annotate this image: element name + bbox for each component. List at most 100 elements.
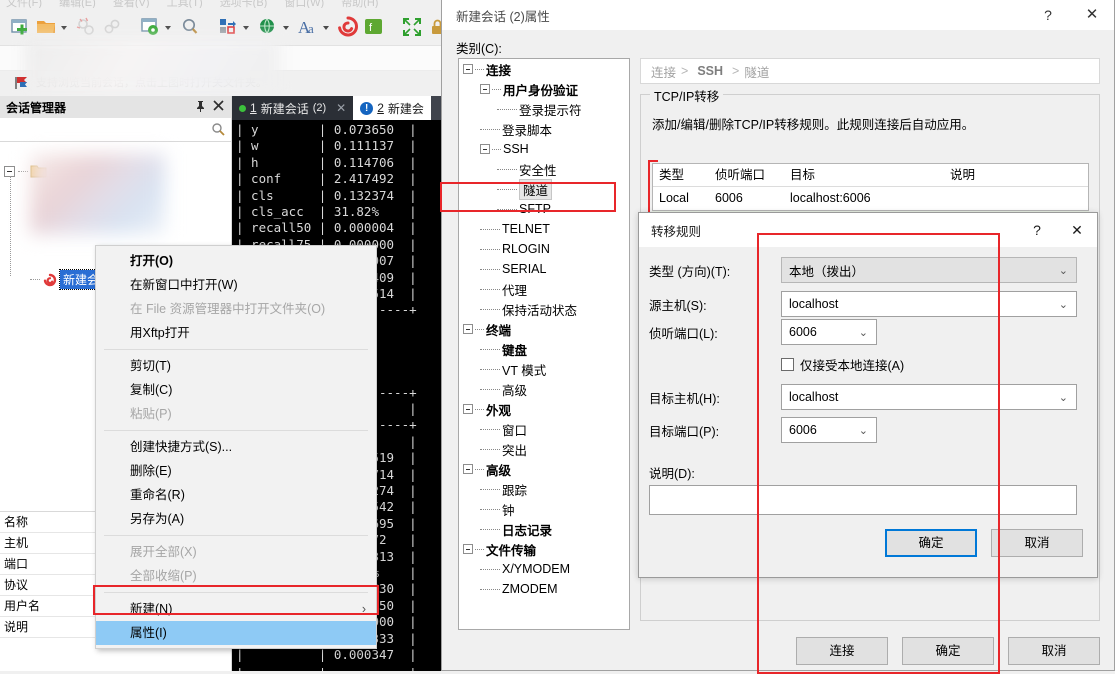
target-port-combo[interactable]: 6006 ⌄ xyxy=(781,417,877,443)
globe-icon[interactable] xyxy=(256,15,280,39)
help-icon[interactable]: ? xyxy=(1017,213,1057,247)
category-tree-item[interactable]: VT 模式 xyxy=(459,359,629,379)
category-tree-item[interactable]: 安全性 xyxy=(459,159,629,179)
category-tree-item[interactable]: 窗口 xyxy=(459,419,629,439)
category-tree-item[interactable]: SSH xyxy=(459,139,629,159)
category-tree-item[interactable]: 登录提示符 xyxy=(459,99,629,119)
rule-cancel-button[interactable]: 取消 xyxy=(991,529,1083,557)
category-tree-item[interactable]: 连接 xyxy=(459,59,629,79)
category-tree-item-label: 隧道 xyxy=(519,178,553,200)
search-icon[interactable] xyxy=(211,122,225,139)
menu-view[interactable]: 查看(V) xyxy=(113,0,150,8)
category-tree-item[interactable]: 登录脚本 xyxy=(459,119,629,139)
local-only-checkbox[interactable] xyxy=(781,358,794,371)
target-host-combo[interactable]: localhost ⌄ xyxy=(781,384,1077,410)
collapse-icon[interactable] xyxy=(463,464,473,474)
context-menu-item[interactable]: 打开(O) xyxy=(96,249,376,273)
source-host-combo[interactable]: localhost ⌄ xyxy=(781,291,1077,317)
context-menu-item[interactable]: 删除(E) xyxy=(96,459,376,483)
tree-connector xyxy=(480,388,500,390)
category-tree-item[interactable]: SFTP xyxy=(459,199,629,219)
cancel-button[interactable]: 取消 xyxy=(1008,636,1100,665)
search-icon[interactable] xyxy=(178,15,202,39)
category-tree-item[interactable]: 高级 xyxy=(459,379,629,399)
session-properties-icon[interactable] xyxy=(138,15,162,39)
cell-target: localhost:6006 xyxy=(790,191,871,205)
context-menu-item[interactable]: 新建(N) › xyxy=(96,597,376,621)
category-tree-item[interactable]: 日志记录 xyxy=(459,519,629,539)
connect-button[interactable]: 连接 xyxy=(796,636,888,665)
type-combo[interactable]: 本地（拨出） ⌄ xyxy=(781,257,1077,283)
category-tree-item[interactable]: 外观 xyxy=(459,399,629,419)
tab-session-2[interactable]: ! 2 新建会 xyxy=(353,96,431,120)
collapse-icon[interactable] xyxy=(480,84,490,94)
close-icon[interactable]: ✕ xyxy=(1057,213,1097,247)
help-icon[interactable]: ? xyxy=(1026,0,1070,30)
category-tree[interactable]: 连接 用户身份验证 登录提示符 登录脚本 SSH 安全性 隧道 SFTP TELNET RLOGI… xyxy=(458,58,630,630)
local-only-checkbox-row[interactable]: 仅接受本地连接(A) xyxy=(781,355,904,374)
new-session-icon[interactable] xyxy=(8,15,32,39)
ok-button[interactable]: 确定 xyxy=(902,636,994,665)
category-tree-item[interactable]: 终端 xyxy=(459,319,629,339)
description-input[interactable] xyxy=(649,485,1077,515)
listen-port-combo[interactable]: 6006 ⌄ xyxy=(781,319,877,345)
font-icon[interactable]: Aa xyxy=(296,15,320,39)
category-tree-item[interactable]: 突出 xyxy=(459,439,629,459)
collapse-icon[interactable] xyxy=(463,404,473,414)
category-label: 类别(C): xyxy=(456,42,502,56)
layout-arrange-icon[interactable] xyxy=(216,15,240,39)
close-icon[interactable]: ✕ xyxy=(336,101,346,115)
menu-tabs[interactable]: 选项卡(B) xyxy=(220,0,268,8)
collapse-icon[interactable] xyxy=(463,324,473,334)
forward-rules-table[interactable]: 类型 侦听端口 目标 说明 Local 6006 localhost:6006 xyxy=(652,163,1089,211)
category-tree-item[interactable]: 代理 xyxy=(459,279,629,299)
pin-icon[interactable] xyxy=(191,100,209,115)
property-key: 说明 xyxy=(0,617,96,637)
xshell-session-icon xyxy=(42,273,58,287)
menu-tools[interactable]: 工具(T) xyxy=(167,0,203,8)
context-menu-item[interactable]: 另存为(A) xyxy=(96,507,376,531)
category-tree-item[interactable]: 键盘 xyxy=(459,339,629,359)
category-tree-item[interactable]: 高级 xyxy=(459,459,629,479)
collapse-icon[interactable] xyxy=(4,165,15,177)
category-tree-item[interactable]: X/YMODEM xyxy=(459,559,629,579)
menu-edit[interactable]: 编辑(E) xyxy=(59,0,96,8)
category-tree-item[interactable]: RLOGIN xyxy=(459,239,629,259)
tab-session-1[interactable]: 1 新建会话 (2) ✕ xyxy=(232,96,354,120)
menu-help[interactable]: 帮助(H) xyxy=(341,0,378,8)
xshell-logo-icon[interactable] xyxy=(336,15,360,39)
category-tree-item[interactable]: ZMODEM xyxy=(459,579,629,599)
category-tree-item[interactable]: SERIAL xyxy=(459,259,629,279)
session-search-bar[interactable] xyxy=(0,118,231,142)
category-tree-item[interactable]: 保持活动状态 xyxy=(459,299,629,319)
collapse-icon[interactable] xyxy=(463,64,473,74)
context-menu-item[interactable]: 用Xftp打开 xyxy=(96,321,376,345)
category-tree-item[interactable]: TELNET xyxy=(459,219,629,239)
context-menu-item[interactable]: 剪切(T) xyxy=(96,354,376,378)
context-menu-item[interactable]: 重命名(R) xyxy=(96,483,376,507)
table-row[interactable]: Local 6006 localhost:6006 xyxy=(653,187,1088,210)
close-icon[interactable]: ✕ xyxy=(1070,0,1114,30)
close-icon[interactable] xyxy=(209,100,227,114)
property-key: 用户名 xyxy=(0,596,96,616)
xftp-icon[interactable]: f xyxy=(362,15,386,39)
open-folder-icon[interactable] xyxy=(34,15,58,39)
collapse-icon[interactable] xyxy=(463,544,473,554)
context-menu-item[interactable]: 在新窗口中打开(W) xyxy=(96,273,376,297)
session-context-menu[interactable]: 打开(O) 在新窗口中打开(W) 在 File 资源管理器中打开文件夹(O) 用Xft… xyxy=(95,245,377,649)
category-tree-item[interactable]: 隧道 xyxy=(459,178,629,200)
category-tree-item[interactable]: 跟踪 xyxy=(459,479,629,499)
context-menu-item[interactable]: 属性(I) xyxy=(96,621,376,645)
category-tree-item[interactable]: 用户身份验证 xyxy=(459,79,629,99)
chevron-down-icon: ⌄ xyxy=(858,425,868,437)
category-tree-item[interactable]: 文件传输 xyxy=(459,539,629,559)
rule-ok-button[interactable]: 确定 xyxy=(885,529,977,557)
fullscreen-icon[interactable] xyxy=(400,15,424,39)
menu-file[interactable]: 文件(F) xyxy=(6,0,42,8)
context-menu-item[interactable]: 复制(C) xyxy=(96,378,376,402)
menu-window[interactable]: 窗口(W) xyxy=(284,0,324,8)
category-tree-item[interactable]: 钟 xyxy=(459,499,629,519)
menu-bar[interactable]: 文件(F) 编辑(E) 查看(V) 工具(T) 选项卡(B) 窗口(W) 帮助(… xyxy=(0,0,448,8)
context-menu-item[interactable]: 创建快捷方式(S)... xyxy=(96,435,376,459)
collapse-icon[interactable] xyxy=(480,144,490,154)
